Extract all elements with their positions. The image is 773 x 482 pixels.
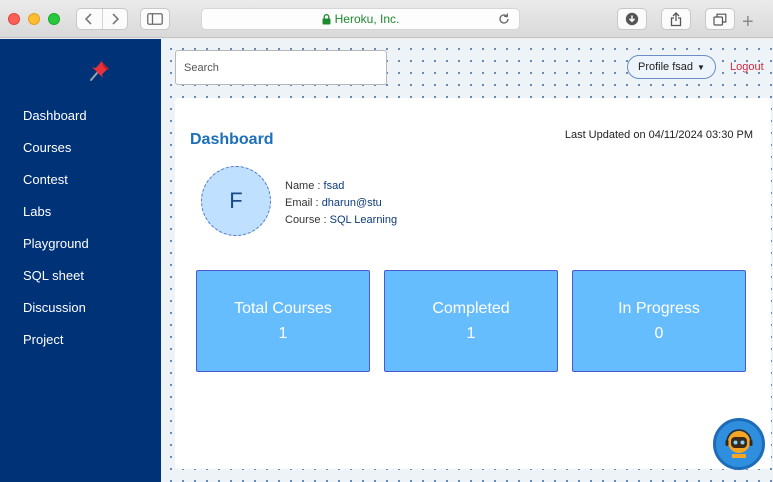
sidebar-item-labs[interactable]: Labs bbox=[0, 203, 161, 235]
stat-card-in-progress[interactable]: In Progress 0 bbox=[572, 270, 746, 372]
main-content: Profile fsad ▼ Logout Dashboard Last Upd… bbox=[161, 39, 773, 482]
forward-button[interactable] bbox=[101, 9, 128, 29]
pushpin-icon bbox=[88, 58, 112, 86]
name-value: fsad bbox=[323, 180, 345, 192]
sidebar-item-playground[interactable]: Playground bbox=[0, 235, 161, 267]
sidebar-item-contest[interactable]: Contest bbox=[0, 171, 161, 203]
email-label: Email : bbox=[285, 197, 319, 209]
sidebar-toggle-button[interactable] bbox=[140, 8, 170, 30]
stat-value: 1 bbox=[278, 325, 288, 342]
search-input[interactable] bbox=[175, 50, 387, 85]
stat-card-total-courses[interactable]: Total Courses 1 bbox=[196, 270, 370, 372]
user-course-row: Course : SQL Learning bbox=[285, 212, 397, 229]
sidebar-item-discussion[interactable]: Discussion bbox=[0, 299, 161, 331]
reload-icon[interactable] bbox=[497, 12, 511, 26]
url-host: Heroku, Inc. bbox=[334, 12, 400, 26]
profile-label: Profile fsad bbox=[638, 61, 694, 73]
share-icon bbox=[670, 11, 682, 26]
back-button[interactable] bbox=[77, 9, 102, 29]
dashboard-card: Dashboard Last Updated on 04/11/2024 03:… bbox=[175, 98, 771, 469]
download-icon bbox=[625, 12, 639, 26]
chatbot-button[interactable] bbox=[713, 418, 765, 470]
chatbot-icon bbox=[725, 429, 753, 458]
sidebar-icon bbox=[147, 13, 163, 25]
course-label: Course : bbox=[285, 214, 327, 226]
stat-label: In Progress bbox=[618, 300, 700, 317]
user-email-row: Email : dharun@stu bbox=[285, 195, 397, 212]
stat-label: Total Courses bbox=[234, 300, 332, 317]
share-button[interactable] bbox=[661, 8, 691, 30]
user-info: Name : fsad Email : dharun@stu Course : … bbox=[285, 178, 397, 229]
show-tabs-button[interactable] bbox=[705, 8, 735, 30]
page-title: Dashboard bbox=[190, 131, 274, 148]
caret-down-icon: ▼ bbox=[697, 62, 705, 72]
close-window-button[interactable] bbox=[8, 13, 20, 25]
email-value: dharun@stu bbox=[321, 197, 382, 209]
logout-link[interactable]: Logout bbox=[730, 61, 764, 73]
back-icon bbox=[85, 13, 92, 25]
user-name-row: Name : fsad bbox=[285, 178, 397, 195]
tabs-icon bbox=[713, 13, 727, 26]
history-nav bbox=[76, 8, 128, 30]
minimize-window-button[interactable] bbox=[28, 13, 40, 25]
maximize-window-button[interactable] bbox=[48, 13, 60, 25]
sidebar-item-sql-sheet[interactable]: SQL sheet bbox=[0, 267, 161, 299]
avatar: F bbox=[201, 166, 271, 236]
sidebar-item-courses[interactable]: Courses bbox=[0, 139, 161, 171]
name-label: Name : bbox=[285, 180, 321, 192]
sidebar-item-project[interactable]: Project bbox=[0, 331, 161, 363]
forward-icon bbox=[112, 13, 119, 25]
downloads-button[interactable] bbox=[617, 8, 647, 30]
stat-value: 1 bbox=[466, 325, 476, 342]
stat-value: 0 bbox=[654, 325, 664, 342]
browser-toolbar: Heroku, Inc. + bbox=[0, 0, 773, 38]
stat-label: Completed bbox=[432, 300, 510, 317]
address-bar[interactable]: Heroku, Inc. bbox=[201, 8, 520, 30]
stat-card-completed[interactable]: Completed 1 bbox=[384, 270, 558, 372]
last-updated-text: Last Updated on 04/11/2024 03:30 PM bbox=[564, 129, 753, 141]
sidebar: Dashboard Courses Contest Labs Playgroun… bbox=[0, 39, 161, 482]
new-tab-icon[interactable]: + bbox=[742, 12, 754, 32]
lock-icon bbox=[322, 13, 331, 24]
sidebar-item-dashboard[interactable]: Dashboard bbox=[0, 107, 161, 139]
avatar-letter: F bbox=[229, 188, 243, 213]
course-value: SQL Learning bbox=[329, 214, 398, 226]
profile-dropdown-button[interactable]: Profile fsad ▼ bbox=[627, 55, 716, 79]
sidebar-nav: Dashboard Courses Contest Labs Playgroun… bbox=[0, 107, 161, 363]
